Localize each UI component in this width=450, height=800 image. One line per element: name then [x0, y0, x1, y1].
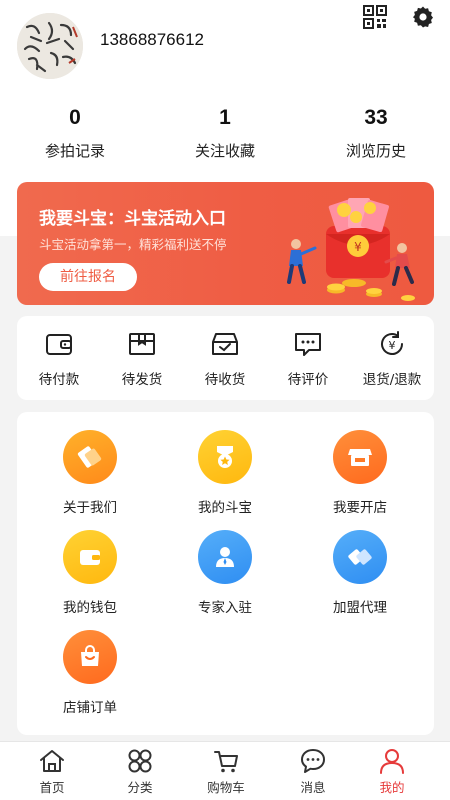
- cart-icon: [212, 747, 240, 775]
- tab-mine[interactable]: 我的: [347, 747, 437, 796]
- svg-text:¥: ¥: [389, 339, 396, 352]
- service-shop-orders[interactable]: 店铺订单: [35, 630, 145, 716]
- tab-label: 我的: [379, 780, 405, 795]
- refund-icon: ¥: [377, 330, 407, 358]
- stat-label: 关注收藏: [194, 142, 255, 160]
- svg-text:¥: ¥: [354, 240, 362, 254]
- package-icon: [127, 330, 157, 358]
- order-label: 退货/退款: [362, 372, 422, 388]
- stat-value: 33: [364, 106, 388, 129]
- shop-icon: [333, 430, 387, 484]
- tab-cart[interactable]: 购物车: [181, 747, 271, 796]
- message-icon: [299, 747, 327, 775]
- service-franchise-agent[interactable]: 加盟代理: [305, 530, 415, 616]
- service-label: 店铺订单: [63, 700, 117, 716]
- user-icon: [378, 747, 406, 775]
- order-refund[interactable]: ¥ 退货/退款: [350, 330, 434, 388]
- comment-icon: [293, 330, 323, 358]
- tab-messages[interactable]: 消息: [268, 747, 358, 796]
- red-envelope-illustration: ¥: [274, 190, 424, 302]
- partnership-icon: [333, 530, 387, 584]
- qrcode-icon[interactable]: [362, 4, 388, 30]
- order-pending-review[interactable]: 待评价: [266, 330, 350, 388]
- order-label: 待评价: [287, 372, 329, 388]
- service-open-shop[interactable]: 我要开店: [305, 430, 415, 516]
- tab-label: 购物车: [207, 780, 245, 795]
- shopping-bag-icon: [63, 630, 117, 684]
- service-expert-join[interactable]: 专家入驻: [170, 530, 280, 616]
- stat-label: 参拍记录: [44, 142, 105, 160]
- service-label: 关于我们: [63, 500, 117, 516]
- expert-icon: [198, 530, 252, 584]
- inbox-check-icon: [210, 330, 240, 358]
- stat-label: 浏览历史: [345, 142, 406, 160]
- stat-value: 0: [69, 106, 81, 129]
- handshake-icon: [63, 430, 117, 484]
- stats-row: 0 参拍记录 1 关注收藏 33 浏览历史: [0, 106, 450, 176]
- service-my-doubao[interactable]: 我的斗宝: [170, 430, 280, 516]
- tab-home[interactable]: 首页: [7, 747, 97, 796]
- order-status-card: 待付款 待发货 待收货 待评价 ¥ 退货/退款: [17, 316, 434, 400]
- order-pending-shipment[interactable]: 待发货: [100, 330, 184, 388]
- order-pending-payment[interactable]: 待付款: [17, 330, 101, 388]
- service-label: 我的斗宝: [198, 500, 252, 516]
- wallet-icon: [63, 530, 117, 584]
- services-card: 关于我们 我的斗宝 我要开店 我的钱包 专家入驻 加盟代理 店铺订单: [17, 412, 434, 735]
- service-label: 我的钱包: [63, 600, 117, 616]
- bottom-tab-bar: 首页 分类 购物车 消息 我的: [0, 741, 450, 800]
- user-phone: 13868876612: [100, 30, 205, 49]
- tab-label: 首页: [39, 780, 65, 795]
- service-label: 专家入驻: [198, 600, 252, 616]
- tab-label: 消息: [300, 780, 326, 795]
- event-banner[interactable]: 我要斗宝：斗宝活动入口 斗宝活动拿第一，精彩福利送不停 前往报名 ¥: [17, 182, 434, 305]
- order-label: 待发货: [121, 372, 163, 388]
- order-label: 待付款: [38, 372, 80, 388]
- stat-favorites[interactable]: 1 关注收藏: [165, 106, 285, 161]
- order-label: 待收货: [204, 372, 246, 388]
- banner-title: 我要斗宝：斗宝活动入口: [39, 209, 226, 229]
- wallet-icon: [44, 330, 74, 358]
- gear-icon[interactable]: [410, 4, 436, 30]
- tab-category[interactable]: 分类: [95, 747, 185, 796]
- register-button[interactable]: 前往报名: [39, 263, 137, 291]
- stat-value: 1: [219, 106, 231, 129]
- stat-history[interactable]: 33 浏览历史: [316, 106, 436, 161]
- service-label: 加盟代理: [333, 600, 387, 616]
- medal-icon: [198, 430, 252, 484]
- stat-bid-records[interactable]: 0 参拍记录: [15, 106, 135, 161]
- service-about-us[interactable]: 关于我们: [35, 430, 145, 516]
- banner-subtitle: 斗宝活动拿第一，精彩福利送不停: [39, 237, 227, 252]
- tab-label: 分类: [127, 780, 153, 795]
- order-pending-receipt[interactable]: 待收货: [183, 330, 267, 388]
- avatar[interactable]: [17, 13, 83, 79]
- header-actions: [362, 4, 436, 30]
- home-icon: [38, 747, 66, 775]
- category-icon: [126, 747, 154, 775]
- service-my-wallet[interactable]: 我的钱包: [35, 530, 145, 616]
- service-label: 我要开店: [333, 500, 387, 516]
